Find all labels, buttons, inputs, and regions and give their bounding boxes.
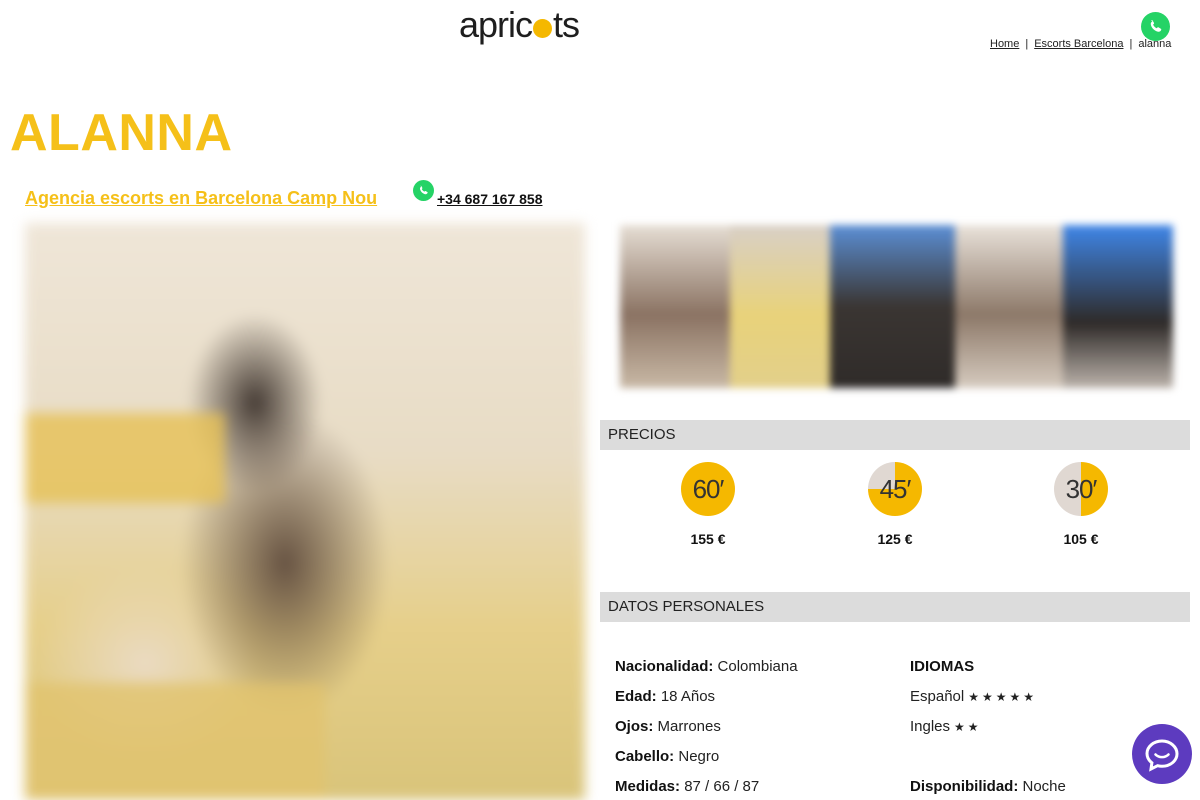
gallery-thumbnail[interactable] xyxy=(730,225,830,388)
duration-clock-icon: 60′ xyxy=(681,462,735,516)
live-chat-button[interactable] xyxy=(1132,724,1192,784)
language-name: Ingles xyxy=(910,718,951,735)
duration-label: 30′ xyxy=(1065,474,1098,504)
whatsapp-contact-icon[interactable] xyxy=(413,180,434,201)
availability-row: Disponibilidad: Noche xyxy=(910,778,1066,795)
duration-clock-icon: 30′ xyxy=(1054,462,1108,516)
phone-link[interactable]: +34 687 167 858 xyxy=(437,191,543,207)
photo-blur-region xyxy=(25,683,325,800)
whatsapp-header-button[interactable] xyxy=(1141,12,1170,41)
price-option-45[interactable]: 45′ 125 € xyxy=(835,462,955,547)
logo-dot xyxy=(533,19,553,38)
nationality-label: Nacionalidad: xyxy=(615,658,714,675)
personal-data-section-header: DATOS PERSONALES xyxy=(600,592,1190,622)
eyes-label: Ojos: xyxy=(615,718,654,735)
page-title: ALANNA xyxy=(10,104,233,162)
duration-clock-icon: 45′ xyxy=(868,462,922,516)
price-value: 155 € xyxy=(690,531,726,547)
personal-data-heading: DATOS PERSONALES xyxy=(608,598,765,615)
duration-label: 45′ xyxy=(879,474,912,504)
photo-blur-region xyxy=(25,413,225,503)
gallery-thumbnail[interactable] xyxy=(830,225,955,388)
photo-gallery xyxy=(620,225,1173,388)
languages-heading-row: IDIOMAS xyxy=(910,658,974,675)
breadcrumb-current: alanna xyxy=(1138,38,1172,50)
star-icon: ★★★★★ xyxy=(968,690,1038,704)
logo-text-start: apric xyxy=(459,4,533,45)
availability-value: Noche xyxy=(1022,778,1066,795)
agency-link[interactable]: Agencia escorts en Barcelona Camp Nou xyxy=(25,188,377,209)
chat-icon xyxy=(1145,739,1179,772)
nationality-row: Nacionalidad: Colombiana xyxy=(615,658,798,675)
measures-row: Medidas: 87 / 66 / 87 xyxy=(615,778,759,795)
site-logo[interactable]: apric ts xyxy=(459,4,580,46)
star-icon: ★★ xyxy=(954,720,982,734)
gallery-thumbnail[interactable] xyxy=(620,225,730,388)
language-row: Ingles ★★ xyxy=(910,718,982,735)
duration-label: 60′ xyxy=(692,474,725,504)
price-option-30[interactable]: 30′ 105 € xyxy=(1021,462,1141,547)
nationality-value: Colombiana xyxy=(717,658,798,675)
eyes-value: Marrones xyxy=(657,718,721,735)
price-option-60[interactable]: 60′ 155 € xyxy=(648,462,768,547)
logo-text-end: ts xyxy=(553,4,580,45)
hair-label: Cabello: xyxy=(615,748,675,765)
price-value: 105 € xyxy=(1063,531,1099,547)
breadcrumb-separator: | xyxy=(1129,38,1133,50)
breadcrumb-section-link[interactable]: Escorts Barcelona xyxy=(1034,38,1123,50)
prices-section-header: PRECIOS xyxy=(600,420,1190,450)
language-row: Español ★★★★★ xyxy=(910,688,1037,705)
age-row: Edad: 18 Años xyxy=(615,688,715,705)
whatsapp-icon xyxy=(419,185,428,195)
age-value: 18 Años xyxy=(660,688,716,705)
measures-label: Medidas: xyxy=(615,778,681,795)
language-name: Español xyxy=(910,688,965,705)
gallery-thumbnail[interactable] xyxy=(1063,225,1173,388)
prices-heading: PRECIOS xyxy=(608,426,676,443)
hair-value: Negro xyxy=(678,748,720,765)
price-value: 125 € xyxy=(877,531,913,547)
breadcrumb-separator: | xyxy=(1025,38,1029,50)
eyes-row: Ojos: Marrones xyxy=(615,718,721,735)
hair-row: Cabello: Negro xyxy=(615,748,719,765)
whatsapp-icon xyxy=(1150,20,1162,32)
gallery-thumbnail[interactable] xyxy=(955,225,1063,388)
age-label: Edad: xyxy=(615,688,657,705)
main-profile-photo[interactable] xyxy=(25,223,585,800)
languages-heading: IDIOMAS xyxy=(910,658,975,675)
availability-label: Disponibilidad: xyxy=(910,778,1019,795)
measures-value: 87 / 66 / 87 xyxy=(684,778,760,795)
breadcrumb-home-link[interactable]: Home xyxy=(990,38,1019,50)
breadcrumb: Home | Escorts Barcelona | alanna xyxy=(990,38,1171,50)
